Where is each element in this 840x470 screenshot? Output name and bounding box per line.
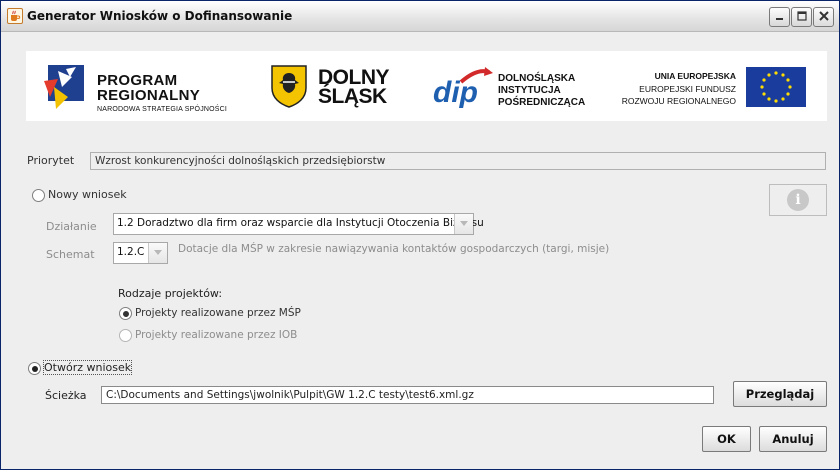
open-application-radio[interactable] (28, 362, 41, 375)
title-bar: Generator Wniosków o Dofinansowanie (1, 1, 839, 32)
path-input[interactable]: C:\Documents and Settings\jwolnik\Pulpit… (101, 386, 714, 404)
project-types-label: Rodzaje projektów: (118, 287, 223, 300)
scheme-label: Schemat (46, 248, 95, 261)
project-type-msp-label: Projekty realizowane przez MŚP (135, 307, 301, 319)
scheme-description: Dotacje dla MŚP w zakresie nawiązywania … (178, 243, 610, 255)
action-combo[interactable]: 1.2 Doradztwo dla firm oraz wsparcie dla… (113, 213, 484, 235)
ue-line-1: UNIA EUROPEJSKA (654, 71, 736, 81)
logo-banner: PROGRAM REGIONALNY NARODOWA STRATEGIA SP… (26, 51, 827, 121)
app-window: Generator Wniosków o Dofinansowanie PROG… (0, 0, 840, 470)
dolny-line-2: ŚLĄSK (318, 85, 387, 108)
program-line-3: NARODOWA STRATEGIA SPÓJNOŚCI (97, 106, 228, 113)
browse-button[interactable]: Przeglądaj (733, 381, 827, 407)
open-application-label[interactable]: Otwórz wniosek (42, 360, 133, 375)
info-button: i (769, 184, 827, 216)
project-type-iob-radio (119, 329, 132, 342)
dip-line-2: INSTYTUCJA (498, 85, 561, 96)
scheme-combo-arrow[interactable] (148, 243, 167, 263)
action-combo-arrow[interactable] (454, 214, 473, 234)
java-cup-icon (7, 8, 23, 24)
dip-logo-icon: dip (433, 67, 493, 109)
cancel-button[interactable]: Anuluj (759, 426, 827, 452)
new-application-label[interactable]: Nowy wniosek (48, 188, 127, 201)
maximize-button[interactable] (791, 7, 812, 27)
ue-line-3: ROZWOJU REGIONALNEGO (621, 96, 736, 106)
window-title: Generator Wniosków o Dofinansowanie (27, 9, 293, 23)
ue-line-2: EUROPEJSKI FUNDUSZ (639, 84, 736, 94)
project-type-msp-radio (119, 307, 132, 320)
scheme-combo-value: 1.2.C (117, 246, 145, 258)
dip-line-1: DOLNOŚLĄSKA (498, 73, 576, 84)
minimize-button[interactable] (769, 7, 790, 27)
chevron-down-icon (460, 221, 468, 226)
eu-flag-icon (746, 67, 806, 107)
priority-label: Priorytet (27, 154, 75, 167)
dip-logo-text: dip (433, 76, 478, 109)
info-icon: i (787, 189, 809, 211)
dip-line-3: POŚREDNICZĄCA (498, 97, 586, 108)
program-regionalny-logo-icon (44, 65, 84, 109)
scheme-combo[interactable]: 1.2.C (113, 242, 168, 264)
action-label: Działanie (46, 220, 97, 233)
close-icon (818, 11, 829, 21)
close-button[interactable] (813, 7, 834, 27)
priority-field: Wzrost konkurencyjności dolnośląskich pr… (90, 152, 826, 170)
path-label: Ścieżka (45, 389, 87, 402)
program-line-2: REGIONALNY (97, 87, 201, 104)
chevron-down-icon (154, 250, 162, 255)
dolny-slask-coat-of-arms-icon (271, 65, 307, 108)
action-combo-value: 1.2 Doradztwo dla firm oraz wsparcie dla… (117, 217, 484, 229)
new-application-radio[interactable] (32, 189, 45, 202)
minimize-icon (775, 18, 783, 20)
ok-button[interactable]: OK (702, 426, 751, 452)
maximize-icon (796, 11, 807, 21)
project-type-iob-label: Projekty realizowane przez IOB (135, 329, 298, 341)
